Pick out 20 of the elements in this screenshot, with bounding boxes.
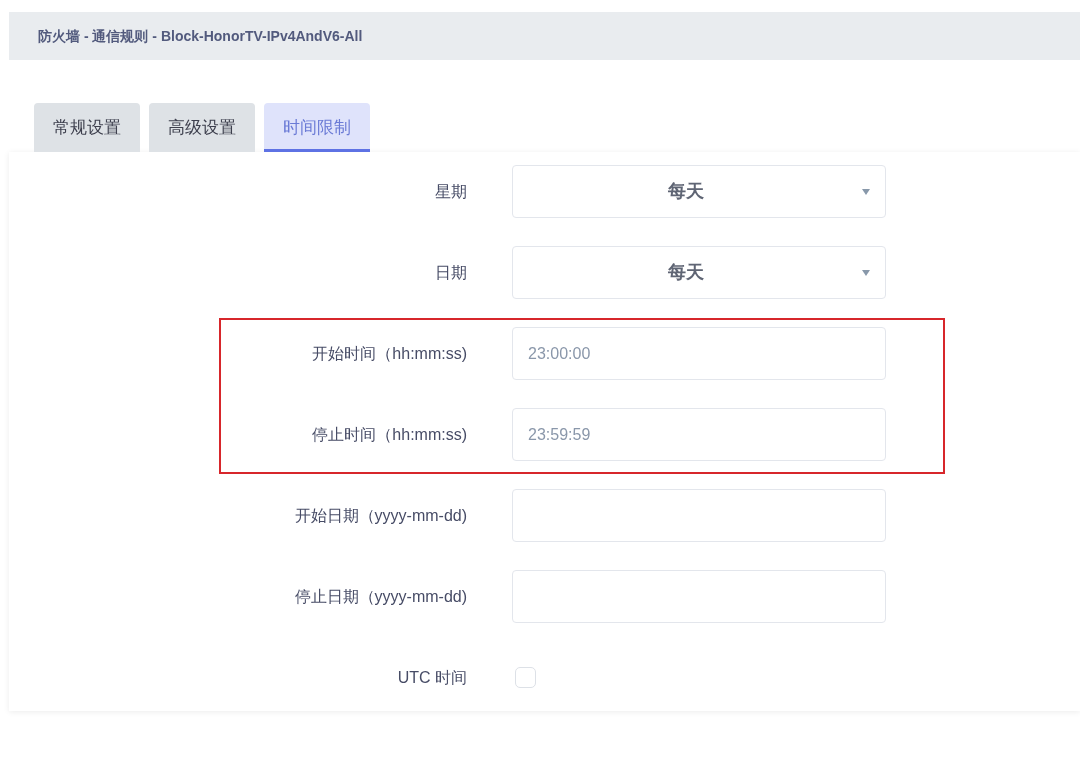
dropdown-select[interactable]: 每天 <box>512 246 886 299</box>
tab[interactable]: 时间限制 <box>264 103 370 152</box>
field-label: UTC 时间 <box>396 667 467 688</box>
tab[interactable]: 常规设置 <box>34 103 140 152</box>
field-label: 星期 <box>434 181 467 202</box>
tab[interactable]: 高级设置 <box>149 103 255 152</box>
dropdown-select[interactable]: 每天 <box>512 165 886 218</box>
checkbox[interactable] <box>515 667 536 688</box>
field-label: 日期 <box>434 262 467 283</box>
text-field[interactable] <box>512 570 886 623</box>
field-label: 开始时间（hh:mm:ss) <box>311 343 467 364</box>
page-title: 防火墙 - 通信规则 - Block-HonorTV-IPv4AndV6-All <box>38 26 363 46</box>
caret-icon <box>862 188 870 195</box>
text-field[interactable] <box>512 489 886 542</box>
field-label: 停止时间（hh:mm:ss) <box>311 424 467 445</box>
field-label: 停止日期（yyyy-mm-dd) <box>293 586 467 607</box>
caret-icon <box>862 269 870 276</box>
text-field[interactable]: 23:00:00 <box>512 327 886 380</box>
text-field[interactable]: 23:59:59 <box>512 408 886 461</box>
field-label: 开始日期（yyyy-mm-dd) <box>293 505 467 526</box>
